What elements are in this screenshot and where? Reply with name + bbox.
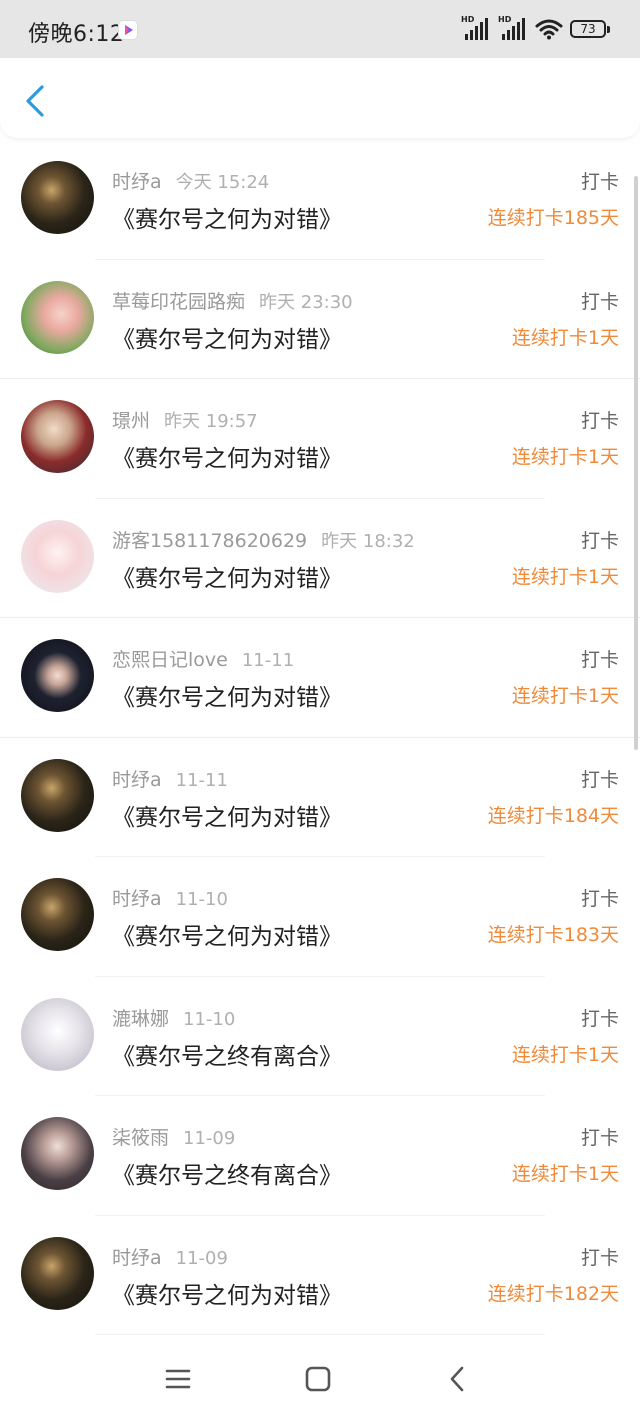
book-title[interactable]: 《赛尔号之何为对错》 bbox=[112, 1276, 342, 1310]
avatar[interactable] bbox=[21, 1117, 94, 1190]
home-icon[interactable] bbox=[303, 1364, 333, 1394]
name-line: 草莓印花园路痴 昨天 23:30 bbox=[112, 287, 353, 314]
checkin-type: 打卡 bbox=[580, 290, 619, 313]
book-title[interactable]: 《赛尔号之何为对错》 bbox=[112, 320, 342, 354]
list-item[interactable]: 璟州 昨天 19:57 《赛尔号之何为对错》 打卡 连续打卡1天 bbox=[0, 379, 640, 499]
name-line: 游客1581178620629 昨天 18:32 bbox=[112, 526, 415, 553]
avatar[interactable] bbox=[21, 519, 94, 593]
streak-days: 连续打卡1天 bbox=[511, 1163, 619, 1185]
streak-days: 连续打卡1天 bbox=[511, 565, 619, 588]
post-time: 11-10 bbox=[175, 889, 228, 910]
book-title[interactable]: 《赛尔号之何为对错》 bbox=[112, 200, 342, 234]
battery-icon: 73 bbox=[570, 20, 610, 38]
streak-days: 连续打卡1天 bbox=[511, 1043, 619, 1066]
wifi-icon bbox=[535, 19, 563, 40]
book-title[interactable]: 《赛尔号之何为对错》 bbox=[112, 798, 342, 832]
system-nav-bar bbox=[0, 1338, 640, 1423]
divider bbox=[95, 1334, 545, 1335]
list-item[interactable]: 时纾a 11-09 《赛尔号之何为对错》 打卡 连续打卡182天 bbox=[0, 1216, 640, 1335]
user-name[interactable]: 柒筱雨 bbox=[112, 1127, 169, 1149]
checkin-type: 打卡 bbox=[580, 1007, 619, 1030]
list-item[interactable]: 时纾a 11-10 《赛尔号之何为对错》 打卡 连续打卡183天 bbox=[0, 857, 640, 977]
streak-days: 连续打卡184天 bbox=[487, 804, 619, 827]
name-line: 时纾a 今天 15:24 bbox=[112, 167, 269, 194]
user-name[interactable]: 时纾a bbox=[112, 171, 162, 193]
checkin-type: 打卡 bbox=[580, 410, 619, 432]
user-name[interactable]: 恋熙日记love bbox=[112, 649, 228, 671]
name-line: 时纾a 11-11 bbox=[112, 765, 228, 792]
checkin-list: 时纾a 今天 15:24 《赛尔号之何为对错》 打卡 连续打卡185天 草莓印花园… bbox=[0, 140, 640, 1335]
user-name[interactable]: 时纾a bbox=[112, 1247, 162, 1269]
checkin-type: 打卡 bbox=[580, 888, 619, 910]
back-nav-icon[interactable] bbox=[443, 1364, 473, 1394]
list-item[interactable]: 恋熙日记love 11-11 《赛尔号之何为对错》 打卡 连续打卡1天 bbox=[0, 618, 640, 738]
name-line: 璟州 昨天 19:57 bbox=[112, 406, 258, 433]
post-time: 昨天 23:30 bbox=[259, 291, 353, 313]
checkin-type: 打卡 bbox=[580, 171, 619, 193]
book-title[interactable]: 《赛尔号之何为对错》 bbox=[112, 559, 342, 593]
post-time: 昨天 18:32 bbox=[321, 530, 415, 552]
user-name[interactable]: 草莓印花园路痴 bbox=[112, 291, 245, 313]
book-title[interactable]: 《赛尔号之何为对错》 bbox=[112, 917, 342, 951]
name-line: 时纾a 11-10 bbox=[112, 884, 228, 911]
streak-days: 连续打卡1天 bbox=[511, 446, 619, 468]
signal-hd-1-icon: HD bbox=[461, 15, 491, 40]
top-header bbox=[0, 58, 640, 138]
post-time: 11-10 bbox=[183, 1008, 236, 1030]
checkin-type: 打卡 bbox=[580, 768, 619, 791]
post-time: 11-11 bbox=[175, 769, 228, 791]
book-title[interactable]: 《赛尔号之终有离合》 bbox=[112, 1156, 342, 1190]
list-item[interactable]: 柒筱雨 11-09 《赛尔号之终有离合》 打卡 连续打卡1天 bbox=[0, 1096, 640, 1216]
list-item[interactable]: 时纾a 今天 15:24 《赛尔号之何为对错》 打卡 连续打卡185天 bbox=[0, 140, 640, 260]
back-arrow-icon[interactable] bbox=[20, 84, 50, 118]
streak-days: 连续打卡1天 bbox=[511, 685, 619, 707]
avatar[interactable] bbox=[21, 878, 94, 951]
post-time: 今天 15:24 bbox=[175, 172, 270, 193]
user-name[interactable]: 漉琳娜 bbox=[112, 1008, 169, 1030]
streak-days: 连续打卡183天 bbox=[487, 924, 619, 946]
book-title[interactable]: 《赛尔号之何为对错》 bbox=[112, 439, 342, 473]
list-item[interactable]: 漉琳娜 11-10 《赛尔号之终有离合》 打卡 连续打卡1天 bbox=[0, 977, 640, 1096]
name-line: 时纾a 11-09 bbox=[112, 1243, 228, 1270]
post-time: 11-11 bbox=[241, 650, 295, 671]
post-time: 11-09 bbox=[175, 1247, 228, 1269]
list-item[interactable]: 游客1581178620629 昨天 18:32 《赛尔号之何为对错》 打卡 连续… bbox=[0, 499, 640, 618]
streak-days: 连续打卡185天 bbox=[487, 207, 619, 229]
checkin-type: 打卡 bbox=[580, 529, 619, 552]
streak-days: 连续打卡1天 bbox=[511, 326, 619, 349]
user-name[interactable]: 游客1581178620629 bbox=[112, 530, 307, 552]
avatar[interactable] bbox=[21, 639, 94, 712]
name-line: 恋熙日记love 11-11 bbox=[112, 645, 294, 672]
signal-hd-2-icon: HD bbox=[498, 15, 528, 40]
post-time: 昨天 19:57 bbox=[164, 411, 258, 432]
status-bar: 傍晚6:12 HD HD 73 bbox=[0, 0, 640, 58]
name-line: 柒筱雨 11-09 bbox=[112, 1123, 235, 1150]
name-line: 漉琳娜 11-10 bbox=[112, 1004, 235, 1031]
menu-icon[interactable] bbox=[163, 1364, 193, 1394]
user-name[interactable]: 时纾a bbox=[112, 888, 162, 910]
user-name[interactable]: 时纾a bbox=[112, 769, 162, 791]
status-time: 傍晚6:12 bbox=[28, 22, 125, 47]
checkin-type: 打卡 bbox=[580, 649, 619, 671]
streak-days: 连续打卡182天 bbox=[487, 1282, 619, 1305]
book-title[interactable]: 《赛尔号之终有离合》 bbox=[112, 1037, 342, 1071]
avatar[interactable] bbox=[21, 400, 94, 473]
list-item[interactable]: 草莓印花园路痴 昨天 23:30 《赛尔号之何为对错》 打卡 连续打卡1天 bbox=[0, 260, 640, 379]
user-name[interactable]: 璟州 bbox=[112, 410, 150, 432]
post-time: 11-09 bbox=[183, 1128, 236, 1149]
book-title[interactable]: 《赛尔号之何为对错》 bbox=[112, 678, 342, 712]
avatar[interactable] bbox=[21, 997, 94, 1071]
avatar[interactable] bbox=[21, 161, 94, 234]
checkin-type: 打卡 bbox=[580, 1246, 619, 1269]
avatar[interactable] bbox=[21, 280, 94, 354]
avatar[interactable] bbox=[21, 1236, 94, 1310]
list-item[interactable]: 时纾a 11-11 《赛尔号之何为对错》 打卡 连续打卡184天 bbox=[0, 738, 640, 857]
checkin-type: 打卡 bbox=[580, 1127, 619, 1149]
avatar[interactable] bbox=[21, 758, 94, 832]
scrollbar[interactable] bbox=[634, 176, 638, 750]
app-badge-icon bbox=[118, 20, 138, 40]
